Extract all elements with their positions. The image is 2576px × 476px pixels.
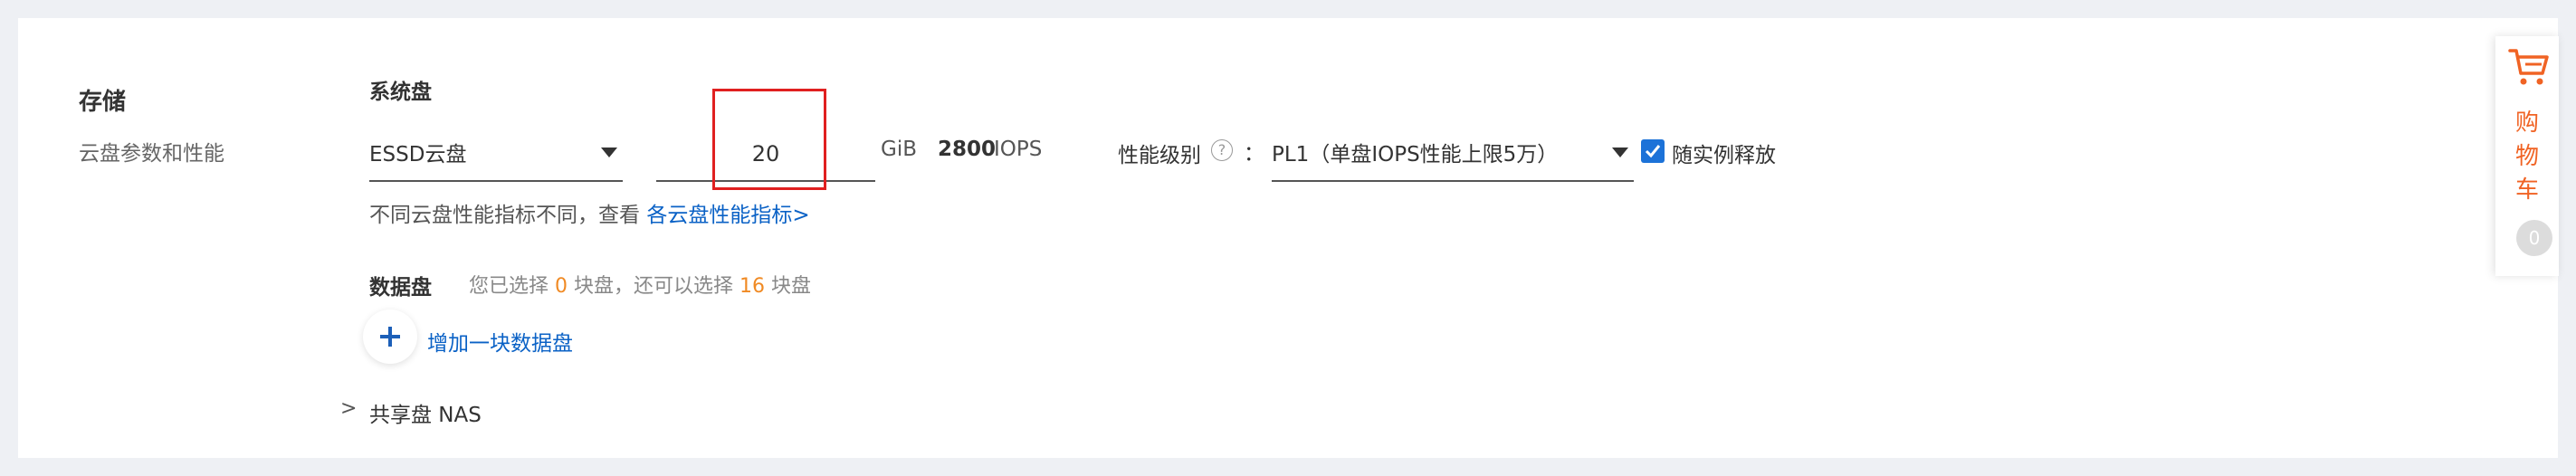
question-circle-icon[interactable]: ? <box>1211 139 1233 161</box>
iops-unit: IOPS <box>994 138 1043 161</box>
performance-level-value: PL1（单盘IOPS性能上限5万） <box>1272 143 1559 167</box>
system-disk-size-input[interactable] <box>656 128 875 182</box>
cart-label-char: 购 <box>2514 109 2539 137</box>
info-prefix: 您已选择 <box>469 275 555 298</box>
shopping-cart-icon <box>2508 49 2549 85</box>
caret-down-icon <box>1612 148 1628 157</box>
info-suffix: 块盘 <box>765 275 811 298</box>
section-title: 存储 <box>79 89 127 116</box>
system-disk-type-select[interactable]: ESSD云盘 <box>369 128 623 182</box>
shared-disk-nas-toggle[interactable]: 共享盘 NAS <box>369 397 482 428</box>
release-with-instance-checkbox[interactable] <box>1641 139 1665 163</box>
add-data-disk-button[interactable] <box>363 309 417 364</box>
system-disk-type-value: ESSD云盘 <box>369 143 467 167</box>
iops-value: 2800 <box>938 138 997 161</box>
remaining-count: 16 <box>739 275 765 298</box>
shopping-cart-panel[interactable]: 购 物 车 0 <box>2495 36 2559 276</box>
info-middle: 块盘，还可以选择 <box>568 275 739 298</box>
data-disk-info: 您已选择 0 块盘，还可以选择 16 块盘 <box>469 270 811 299</box>
cart-label-char: 车 <box>2514 176 2539 204</box>
performance-level-colon: ： <box>1244 142 1264 166</box>
hint-text: 不同云盘性能指标不同，查看 <box>369 204 647 227</box>
chevron-right-icon[interactable]: > <box>340 397 357 420</box>
performance-level-label: 性能级别 <box>1118 144 1201 167</box>
section-subtitle: 云盘参数和性能 <box>79 142 224 166</box>
storage-panel: 存储 云盘参数和性能 系统盘 ESSD云盘 GiB 2800 IOPS 性能级别… <box>18 18 2558 458</box>
system-disk-title: 系统盘 <box>369 81 432 104</box>
performance-level-select[interactable]: PL1（单盘IOPS性能上限5万） <box>1272 128 1634 182</box>
caret-down-icon <box>601 148 617 157</box>
disk-performance-hint: 不同云盘性能指标不同，查看 各云盘性能指标> <box>369 197 810 228</box>
release-with-instance-label[interactable]: 随实例释放 <box>1672 138 1776 168</box>
size-unit: GiB <box>881 138 917 161</box>
cart-count-badge: 0 <box>2516 220 2552 256</box>
add-data-disk-label[interactable]: 增加一块数据盘 <box>427 326 573 357</box>
check-icon <box>1645 145 1661 158</box>
disk-performance-link[interactable]: 各云盘性能指标> <box>646 204 809 227</box>
selected-count: 0 <box>555 275 568 298</box>
cart-label-char: 物 <box>2514 143 2539 170</box>
data-disk-title: 数据盘 <box>369 276 432 300</box>
